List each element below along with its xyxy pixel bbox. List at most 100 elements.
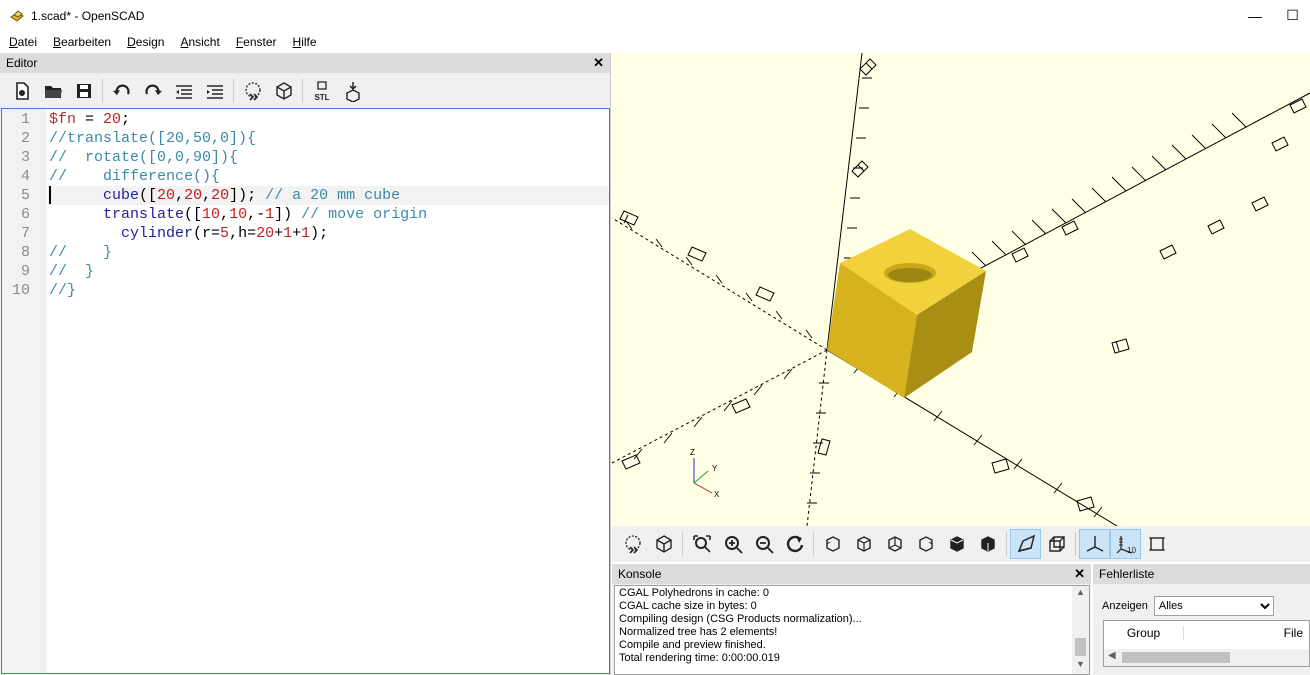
show-axes-button[interactable] (1079, 529, 1110, 559)
new-file-icon (15, 81, 29, 100)
line-number: 8 (20, 244, 30, 261)
view-top-button[interactable] (848, 529, 879, 559)
export-stl-button[interactable]: STL (306, 76, 337, 106)
line-number: 3 (20, 149, 30, 166)
perspective-icon (1017, 534, 1035, 553)
editor-header: Editor ✕ (0, 53, 610, 73)
show-edges-button[interactable] (1141, 529, 1172, 559)
perspective-button[interactable] (1010, 529, 1041, 559)
cylinder-hole-inner (888, 268, 932, 282)
save-icon (76, 83, 91, 98)
column-header-group[interactable]: Group (1104, 626, 1184, 640)
orthogonal-button[interactable] (1041, 529, 1072, 559)
code-text[interactable]: $fn = 20;//translate([20,50,0]){// rotat… (48, 110, 609, 300)
view-bottom-button[interactable] (879, 529, 910, 559)
editor-close-icon[interactable]: ✕ (593, 55, 604, 71)
code-line[interactable]: //translate([20,50,0]){ (48, 129, 609, 148)
console-line: CGAL Polyhedrons in cache: 0 (619, 587, 770, 599)
cube-object (827, 229, 986, 398)
error-filter-select[interactable]: Alles (1153, 596, 1274, 616)
error-list-header: Fehlerliste (1093, 564, 1310, 584)
toolbar-separator (1075, 532, 1076, 556)
minimize-icon: — (1248, 7, 1262, 24)
show-edges-icon (1148, 537, 1165, 551)
code-line[interactable]: // } (48, 243, 609, 262)
render-button[interactable] (648, 529, 679, 559)
console-scrollbar[interactable]: ▲ ▼ (1072, 586, 1089, 674)
menu-bearbeiten[interactable]: Bearbeiten (45, 35, 119, 49)
view-left-icon (918, 536, 933, 552)
reset-view-button[interactable] (779, 529, 810, 559)
maximize-button[interactable]: ☐ (1275, 0, 1310, 31)
menu-fenster[interactable]: Fenster (228, 35, 285, 49)
preview-button[interactable] (617, 529, 648, 559)
view-right-button[interactable] (817, 529, 848, 559)
scroll-down-icon[interactable]: ▼ (1072, 658, 1089, 674)
render-button[interactable] (268, 76, 299, 106)
open-file-button[interactable] (37, 76, 68, 106)
line-number: 6 (20, 206, 30, 223)
scroll-thumb[interactable] (1075, 638, 1086, 656)
hscroll-thumb[interactable] (1122, 652, 1230, 663)
console-line: Compile and preview finished. (619, 639, 766, 651)
line-number: 5 (20, 187, 30, 204)
scroll-up-icon[interactable]: ▲ (1072, 586, 1089, 602)
minimize-button[interactable]: — (1232, 0, 1278, 31)
console-line: Total rendering time: 0:00:00.019 (619, 652, 780, 664)
openscad-logo-icon (10, 9, 24, 22)
3d-viewport[interactable]: Z Y X (612, 53, 1310, 526)
code-line[interactable]: // rotate([0,0,90]){ (48, 148, 609, 167)
indent-button[interactable] (199, 76, 230, 106)
redo-button[interactable] (137, 76, 168, 106)
scale-marker-label: 10 (1127, 546, 1136, 555)
line-number: 2 (20, 130, 30, 147)
toolbar-separator (302, 78, 303, 103)
view-front-button[interactable] (941, 529, 972, 559)
menu-hilfe[interactable]: Hilfe (285, 35, 325, 49)
gizmo-z-label: Z (690, 448, 695, 457)
preview-button[interactable] (237, 76, 268, 106)
menu-design[interactable]: Design (119, 35, 172, 49)
menu-bar: Datei Bearbeiten Design Ansicht Fenster Hilfe (0, 31, 1310, 52)
console-output[interactable]: CGAL Polyhedrons in cache: 0 CGAL cache s… (614, 585, 1090, 675)
scroll-left-icon[interactable]: ◀ (1108, 650, 1116, 661)
code-line[interactable]: cylinder(r=5,h=20+1+1); (48, 224, 609, 243)
code-line[interactable]: //} (48, 281, 609, 300)
send-to-print-button[interactable] (337, 76, 368, 106)
code-line[interactable]: // difference(){ (48, 167, 609, 186)
view-back-button[interactable] (972, 529, 1003, 559)
code-line[interactable]: // } (48, 262, 609, 281)
line-number: 9 (20, 263, 30, 280)
maximize-icon: ☐ (1286, 7, 1299, 23)
line-number: 7 (20, 225, 30, 242)
zoom-in-button[interactable] (717, 529, 748, 559)
line-number: 1 (20, 111, 30, 128)
error-table-hscrollbar[interactable]: ◀ (1104, 649, 1309, 666)
new-file-button[interactable] (6, 76, 37, 106)
zoom-out-button[interactable] (748, 529, 779, 559)
menu-datei[interactable]: Datei (0, 35, 45, 49)
unindent-button[interactable] (168, 76, 199, 106)
view-left-button[interactable] (910, 529, 941, 559)
menu-ansicht[interactable]: Ansicht (172, 35, 227, 49)
view-front-icon (949, 536, 964, 552)
zoom-all-icon (692, 535, 711, 553)
code-line[interactable]: cube([20,20,20]); // a 20 mm cube (48, 186, 609, 205)
code-line[interactable]: $fn = 20; (48, 110, 609, 129)
column-header-file[interactable]: File (1184, 626, 1309, 640)
show-scale-markers-icon: 10 (1116, 536, 1136, 555)
code-editor[interactable]: 1 2 3 4 5 6 7 8 9 10 $fn = 20;//translate([20,50,… (1, 108, 610, 674)
console-line: Compiling design (CSG Products normaliza… (619, 613, 862, 625)
code-line[interactable]: translate([10,10,-1]) // move origin (48, 205, 609, 224)
save-button[interactable] (68, 76, 99, 106)
zoom-all-button[interactable] (686, 529, 717, 559)
toolbar-separator (233, 78, 234, 103)
zoom-in-icon (724, 536, 743, 554)
undo-button[interactable] (106, 76, 137, 106)
console-close-icon[interactable]: ✕ (1074, 566, 1085, 582)
error-table[interactable]: Group File ◀ (1103, 620, 1310, 667)
line-number: 10 (11, 282, 30, 299)
view-toolbar: 10 (612, 526, 1310, 562)
show-scale-markers-button[interactable]: 10 (1110, 529, 1141, 559)
error-filter-row: Anzeigen Alles (1093, 584, 1310, 616)
